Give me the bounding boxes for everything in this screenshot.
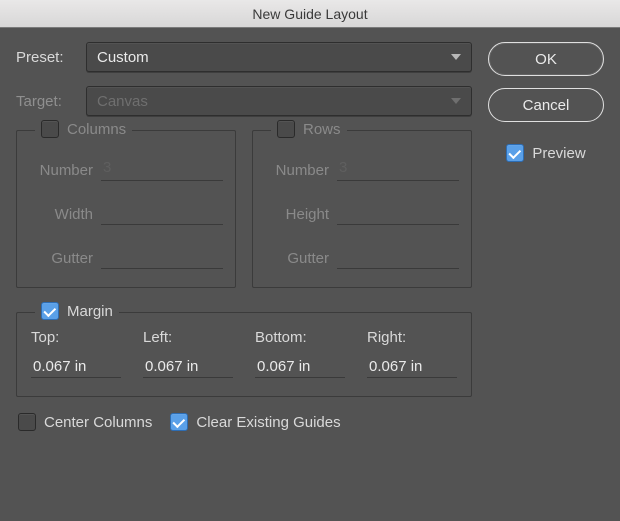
target-label: Target: bbox=[16, 93, 86, 110]
rows-number-input: 3 bbox=[337, 159, 459, 181]
rows-height-label: Height bbox=[265, 206, 337, 223]
margin-left-label: Left: bbox=[143, 329, 233, 346]
rows-gutter-input bbox=[337, 247, 459, 269]
target-select: Canvas bbox=[86, 86, 472, 116]
margin-left-input[interactable]: 0.067 in bbox=[143, 358, 233, 378]
columns-checkbox[interactable] bbox=[41, 120, 59, 138]
center-columns-checkbox[interactable] bbox=[18, 413, 36, 431]
margin-top-input[interactable]: 0.067 in bbox=[31, 358, 121, 378]
chevron-down-icon bbox=[451, 54, 461, 60]
columns-group: Columns Number 3 Width Gutter bbox=[16, 130, 236, 288]
margin-group: Margin Top: 0.067 in Left: 0.067 in Bott… bbox=[16, 312, 472, 397]
preset-select[interactable]: Custom bbox=[86, 42, 472, 72]
chevron-down-icon bbox=[451, 98, 461, 104]
rows-height-input bbox=[337, 203, 459, 225]
margin-label: Margin bbox=[67, 303, 113, 320]
clear-existing-checkbox[interactable] bbox=[170, 413, 188, 431]
columns-number-input: 3 bbox=[101, 159, 223, 181]
columns-width-label: Width bbox=[29, 206, 101, 223]
margin-checkbox[interactable] bbox=[41, 302, 59, 320]
columns-gutter-input bbox=[101, 247, 223, 269]
preview-checkbox[interactable] bbox=[506, 144, 524, 162]
margin-right-input[interactable]: 0.067 in bbox=[367, 358, 457, 378]
rows-group: Rows Number 3 Height Gutter bbox=[252, 130, 472, 288]
columns-number-label: Number bbox=[29, 162, 101, 179]
preset-label: Preset: bbox=[16, 49, 86, 66]
columns-width-input bbox=[101, 203, 223, 225]
cancel-button[interactable]: Cancel bbox=[488, 88, 604, 122]
margin-right-label: Right: bbox=[367, 329, 457, 346]
window-title: New Guide Layout bbox=[0, 0, 620, 28]
margin-bottom-input[interactable]: 0.067 in bbox=[255, 358, 345, 378]
columns-label: Columns bbox=[67, 121, 126, 138]
rows-gutter-label: Gutter bbox=[265, 250, 337, 267]
preview-label: Preview bbox=[532, 145, 585, 162]
columns-gutter-label: Gutter bbox=[29, 250, 101, 267]
preset-value: Custom bbox=[97, 49, 149, 66]
margin-top-label: Top: bbox=[31, 329, 121, 346]
center-columns-label: Center Columns bbox=[44, 414, 152, 431]
target-value: Canvas bbox=[97, 93, 148, 110]
rows-checkbox[interactable] bbox=[277, 120, 295, 138]
margin-bottom-label: Bottom: bbox=[255, 329, 345, 346]
ok-button[interactable]: OK bbox=[488, 42, 604, 76]
clear-existing-label: Clear Existing Guides bbox=[196, 414, 340, 431]
rows-number-label: Number bbox=[265, 162, 337, 179]
rows-label: Rows bbox=[303, 121, 341, 138]
